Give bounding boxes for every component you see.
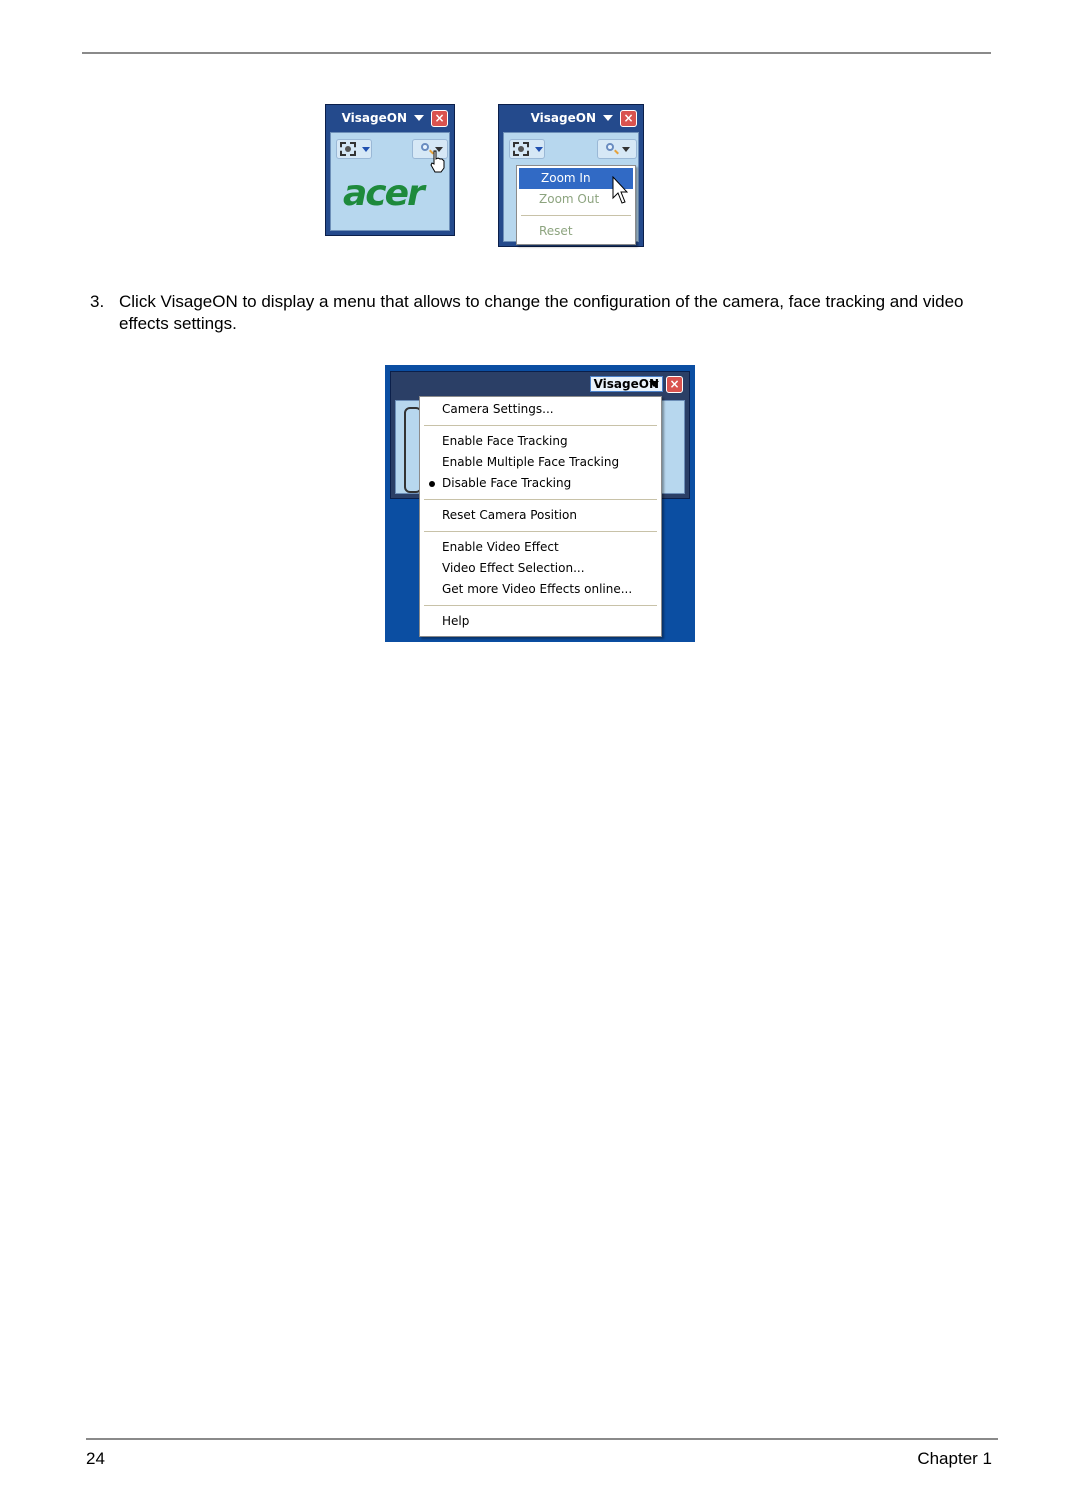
menu-separator: [424, 531, 657, 532]
visageon-widget-default: VisageON × acer: [325, 104, 455, 236]
chevron-down-icon: [362, 147, 370, 152]
radio-bullet-icon: [429, 481, 435, 487]
arrow-cursor-icon: [612, 176, 628, 204]
chevron-down-icon: [622, 147, 630, 152]
chapter-label: Chapter 1: [917, 1449, 992, 1468]
camera-mode-button[interactable]: [509, 139, 545, 159]
menu-item-enable-video-effect[interactable]: Enable Video Effect: [420, 537, 661, 558]
step-text: Click VisageON to display a menu that al…: [119, 292, 964, 333]
widget-title-bar: VisageON ×: [589, 375, 683, 393]
hand-cursor-icon: [430, 150, 445, 173]
visageon-menu-button[interactable]: VisageON: [531, 111, 596, 125]
visageon-context-menu: Camera Settings... Enable Face Tracking …: [419, 396, 662, 637]
page-number: 24: [86, 1449, 105, 1468]
menu-item-camera-settings[interactable]: Camera Settings...: [420, 399, 661, 420]
menu-separator: [424, 499, 657, 500]
chevron-down-icon[interactable]: [414, 115, 424, 121]
chevron-down-icon[interactable]: [649, 381, 659, 387]
visageon-menu-button[interactable]: VisageON: [342, 111, 407, 125]
chevron-down-icon: [535, 147, 543, 152]
zoom-button[interactable]: [597, 139, 637, 159]
step-number: 3.: [90, 292, 105, 311]
zoom-magnifier-icon: [421, 143, 429, 151]
acer-logo: acer: [343, 173, 425, 214]
menu-item-enable-face-tracking[interactable]: Enable Face Tracking: [420, 431, 661, 452]
menu-item-video-effect-selection[interactable]: Video Effect Selection...: [420, 558, 661, 579]
menu-item-reset[interactable]: Reset: [517, 221, 635, 242]
close-icon[interactable]: ×: [431, 109, 448, 127]
menu-item-disable-face-tracking[interactable]: Disable Face Tracking: [420, 473, 661, 494]
menu-item-reset-camera-position[interactable]: Reset Camera Position: [420, 505, 661, 526]
menu-separator: [424, 605, 657, 606]
chevron-down-icon[interactable]: [603, 115, 613, 121]
camera-frame-icon: [513, 142, 529, 156]
camera-mode-button[interactable]: [336, 139, 372, 159]
menu-item-enable-multiple-face-tracking[interactable]: Enable Multiple Face Tracking: [420, 452, 661, 473]
close-icon[interactable]: ×: [620, 109, 637, 127]
widget-title-bar: VisageON ×: [531, 109, 637, 127]
close-icon[interactable]: ×: [666, 375, 683, 393]
widget-title-bar: VisageON ×: [342, 109, 448, 127]
menu-separator: [424, 425, 657, 426]
menu-item-get-more-video-effects[interactable]: Get more Video Effects online...: [420, 579, 661, 600]
menu-separator: [521, 215, 631, 216]
zoom-magnifier-icon: [606, 143, 614, 151]
widget-panel: acer: [330, 132, 450, 231]
footer-rule: [86, 1438, 998, 1440]
menu-item-help[interactable]: Help: [420, 611, 661, 632]
header-rule: [82, 52, 991, 54]
camera-frame-icon: [340, 142, 356, 156]
